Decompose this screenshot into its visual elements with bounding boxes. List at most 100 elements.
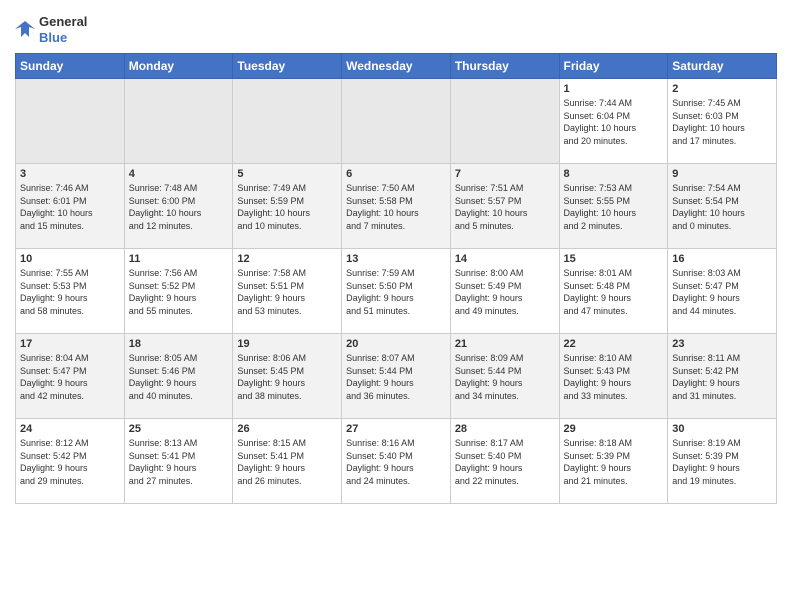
header: General Blue [15, 10, 777, 45]
calendar-cell: 21 Sunrise: 8:09 AM Sunset: 5:44 PM Dayli… [450, 334, 559, 419]
day-number: 18 [129, 338, 229, 350]
day-number: 16 [672, 253, 772, 265]
calendar-cell: 1Sunrise: 7:44 AM Sunset: 6:04 PM Daylig… [559, 79, 668, 164]
calendar-cell: 26 Sunrise: 8:15 AM Sunset: 5:41 PM Dayli… [233, 419, 342, 504]
day-info: Sunrise: 8:13 AM Sunset: 5:41 PM Dayligh… [129, 437, 229, 487]
day-number: 9 [672, 168, 772, 180]
weekday-header-monday: Monday [124, 54, 233, 79]
day-number: 6 [346, 168, 446, 180]
weekday-header-sunday: Sunday [16, 54, 125, 79]
day-info: Sunrise: 8:15 AM Sunset: 5:41 PM Dayligh… [237, 437, 337, 487]
day-info: Sunrise: 8:03 AM Sunset: 5:47 PM Dayligh… [672, 267, 772, 317]
day-number: 17 [20, 338, 120, 350]
calendar-cell: 11 Sunrise: 7:56 AM Sunset: 5:52 PM Dayli… [124, 249, 233, 334]
day-info: Sunrise: 8:17 AM Sunset: 5:40 PM Dayligh… [455, 437, 555, 487]
weekday-header-wednesday: Wednesday [342, 54, 451, 79]
day-info: Sunrise: 8:07 AM Sunset: 5:44 PM Dayligh… [346, 352, 446, 402]
day-number: 15 [564, 253, 664, 265]
calendar-cell: 27 Sunrise: 8:16 AM Sunset: 5:40 PM Dayli… [342, 419, 451, 504]
calendar-cell: 7 Sunrise: 7:51 AM Sunset: 5:57 PM Daylig… [450, 164, 559, 249]
day-info: Sunrise: 7:48 AM Sunset: 6:00 PM Dayligh… [129, 182, 229, 232]
calendar-cell: 22Sunrise: 8:10 AM Sunset: 5:43 PM Dayli… [559, 334, 668, 419]
day-number: 21 [455, 338, 555, 350]
day-info: Sunrise: 7:50 AM Sunset: 5:58 PM Dayligh… [346, 182, 446, 232]
calendar-cell: 5 Sunrise: 7:49 AM Sunset: 5:59 PM Daylig… [233, 164, 342, 249]
day-number: 25 [129, 423, 229, 435]
day-number: 8 [564, 168, 664, 180]
calendar-cell: 29 Sunrise: 8:18 AM Sunset: 5:39 PM Dayli… [559, 419, 668, 504]
weekday-header-row: SundayMondayTuesdayWednesdayThursdayFrid… [16, 54, 777, 79]
day-number: 28 [455, 423, 555, 435]
day-info: Sunrise: 8:01 AM Sunset: 5:48 PM Dayligh… [564, 267, 664, 317]
day-number: 2 [672, 83, 772, 95]
calendar-table: SundayMondayTuesdayWednesdayThursdayFrid… [15, 53, 777, 504]
day-number: 14 [455, 253, 555, 265]
calendar-cell: 23Sunrise: 8:11 AM Sunset: 5:42 PM Dayli… [668, 334, 777, 419]
day-info: Sunrise: 8:10 AM Sunset: 5:43 PM Dayligh… [564, 352, 664, 402]
calendar-week-2: 3Sunrise: 7:46 AM Sunset: 6:01 PM Daylig… [16, 164, 777, 249]
day-number: 10 [20, 253, 120, 265]
weekday-header-tuesday: Tuesday [233, 54, 342, 79]
day-number: 24 [20, 423, 120, 435]
calendar-week-3: 10 Sunrise: 7:55 AM Sunset: 5:53 PM Dayli… [16, 249, 777, 334]
calendar-cell: 25 Sunrise: 8:13 AM Sunset: 5:41 PM Dayli… [124, 419, 233, 504]
calendar-cell: 6 Sunrise: 7:50 AM Sunset: 5:58 PM Daylig… [342, 164, 451, 249]
calendar-cell: 20 Sunrise: 8:07 AM Sunset: 5:44 PM Dayli… [342, 334, 451, 419]
calendar-cell [124, 79, 233, 164]
day-info: Sunrise: 7:46 AM Sunset: 6:01 PM Dayligh… [20, 182, 120, 232]
day-number: 12 [237, 253, 337, 265]
day-info: Sunrise: 8:11 AM Sunset: 5:42 PM Dayligh… [672, 352, 772, 402]
day-number: 11 [129, 253, 229, 265]
day-info: Sunrise: 8:12 AM Sunset: 5:42 PM Dayligh… [20, 437, 120, 487]
page-container: General Blue SundayMondayTuesdayWednesda… [0, 0, 792, 514]
day-number: 29 [564, 423, 664, 435]
calendar-cell: 30 Sunrise: 8:19 AM Sunset: 5:39 PM Dayli… [668, 419, 777, 504]
calendar-week-1: 1Sunrise: 7:44 AM Sunset: 6:04 PM Daylig… [16, 79, 777, 164]
weekday-header-friday: Friday [559, 54, 668, 79]
day-number: 26 [237, 423, 337, 435]
calendar-cell: 17 Sunrise: 8:04 AM Sunset: 5:47 PM Dayli… [16, 334, 125, 419]
day-info: Sunrise: 8:18 AM Sunset: 5:39 PM Dayligh… [564, 437, 664, 487]
day-info: Sunrise: 7:59 AM Sunset: 5:50 PM Dayligh… [346, 267, 446, 317]
calendar-cell: 24 Sunrise: 8:12 AM Sunset: 5:42 PM Dayli… [16, 419, 125, 504]
weekday-header-saturday: Saturday [668, 54, 777, 79]
day-number: 13 [346, 253, 446, 265]
calendar-cell: 2Sunrise: 7:45 AM Sunset: 6:03 PM Daylig… [668, 79, 777, 164]
day-info: Sunrise: 8:04 AM Sunset: 5:47 PM Dayligh… [20, 352, 120, 402]
calendar-cell: 15 Sunrise: 8:01 AM Sunset: 5:48 PM Dayli… [559, 249, 668, 334]
day-info: Sunrise: 7:54 AM Sunset: 5:54 PM Dayligh… [672, 182, 772, 232]
day-number: 30 [672, 423, 772, 435]
calendar-cell: 8 Sunrise: 7:53 AM Sunset: 5:55 PM Daylig… [559, 164, 668, 249]
calendar-cell [233, 79, 342, 164]
calendar-cell: 12 Sunrise: 7:58 AM Sunset: 5:51 PM Dayli… [233, 249, 342, 334]
calendar-cell: 28 Sunrise: 8:17 AM Sunset: 5:40 PM Dayli… [450, 419, 559, 504]
logo-line2: Blue [39, 30, 87, 46]
weekday-header-thursday: Thursday [450, 54, 559, 79]
day-number: 4 [129, 168, 229, 180]
day-info: Sunrise: 7:56 AM Sunset: 5:52 PM Dayligh… [129, 267, 229, 317]
calendar-week-5: 24 Sunrise: 8:12 AM Sunset: 5:42 PM Dayli… [16, 419, 777, 504]
day-number: 19 [237, 338, 337, 350]
day-info: Sunrise: 7:53 AM Sunset: 5:55 PM Dayligh… [564, 182, 664, 232]
day-info: Sunrise: 8:06 AM Sunset: 5:45 PM Dayligh… [237, 352, 337, 402]
day-info: Sunrise: 7:51 AM Sunset: 5:57 PM Dayligh… [455, 182, 555, 232]
calendar-cell: 16 Sunrise: 8:03 AM Sunset: 5:47 PM Dayli… [668, 249, 777, 334]
day-number: 27 [346, 423, 446, 435]
day-info: Sunrise: 7:58 AM Sunset: 5:51 PM Dayligh… [237, 267, 337, 317]
calendar-cell: 13 Sunrise: 7:59 AM Sunset: 5:50 PM Dayli… [342, 249, 451, 334]
day-info: Sunrise: 8:19 AM Sunset: 5:39 PM Dayligh… [672, 437, 772, 487]
day-info: Sunrise: 8:16 AM Sunset: 5:40 PM Dayligh… [346, 437, 446, 487]
logo-line1: General [39, 14, 87, 30]
calendar-cell: 3Sunrise: 7:46 AM Sunset: 6:01 PM Daylig… [16, 164, 125, 249]
day-number: 20 [346, 338, 446, 350]
day-number: 1 [564, 83, 664, 95]
day-info: Sunrise: 7:49 AM Sunset: 5:59 PM Dayligh… [237, 182, 337, 232]
day-info: Sunrise: 7:55 AM Sunset: 5:53 PM Dayligh… [20, 267, 120, 317]
day-info: Sunrise: 8:00 AM Sunset: 5:49 PM Dayligh… [455, 267, 555, 317]
day-number: 7 [455, 168, 555, 180]
day-info: Sunrise: 8:09 AM Sunset: 5:44 PM Dayligh… [455, 352, 555, 402]
calendar-cell: 4 Sunrise: 7:48 AM Sunset: 6:00 PM Daylig… [124, 164, 233, 249]
calendar-cell: 18Sunrise: 8:05 AM Sunset: 5:46 PM Dayli… [124, 334, 233, 419]
day-number: 5 [237, 168, 337, 180]
calendar-cell [450, 79, 559, 164]
